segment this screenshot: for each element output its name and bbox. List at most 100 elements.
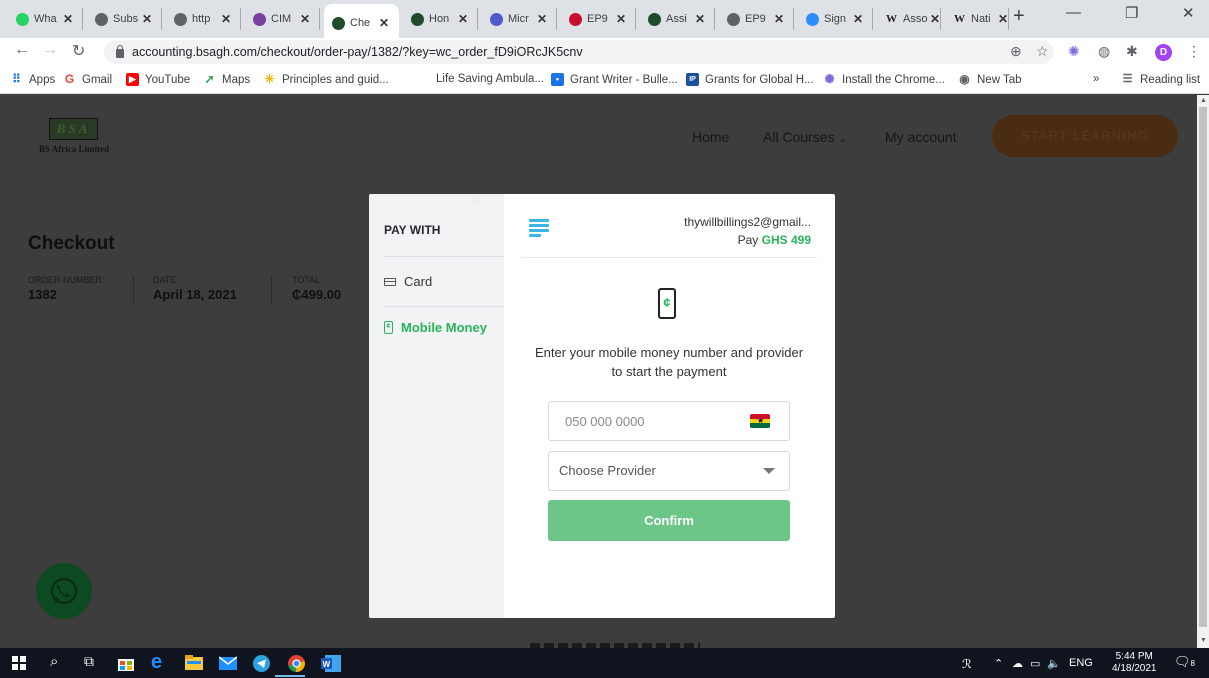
tab-close-icon[interactable]: ✕	[458, 12, 468, 26]
tab-close-icon[interactable]: ✕	[853, 12, 863, 26]
browser-tab[interactable]: Che ✕	[324, 4, 399, 38]
reload-button[interactable]: ↻	[72, 41, 85, 61]
page-scrollbar[interactable]: ▲ ▼	[1197, 95, 1209, 648]
payment-option-card[interactable]: Card	[384, 274, 432, 289]
browser-tab[interactable]: Subs ✕	[87, 8, 162, 30]
bookmark-life-saving[interactable]: Life Saving Ambula...	[436, 73, 544, 85]
scroll-up-icon[interactable]: ▲	[1200, 97, 1207, 104]
bookmark-new-tab[interactable]: ◉ New Tab	[958, 73, 1021, 86]
tab-close-icon[interactable]: ✕	[221, 12, 231, 26]
battery-icon[interactable]: ▭	[1030, 657, 1040, 670]
bookmarks-overflow-button[interactable]: »	[1093, 73, 1099, 85]
show-hidden-icons[interactable]: ⌃	[994, 657, 1003, 670]
telegram-icon[interactable]	[253, 655, 270, 675]
tab-title: Wha	[34, 13, 57, 25]
file-explorer-icon[interactable]	[185, 655, 203, 673]
notifications-icon[interactable]: 🗨8	[1174, 654, 1195, 670]
mail-icon[interactable]	[218, 655, 238, 673]
task-view-icon[interactable]: ⧉	[84, 653, 94, 670]
bookmark-install-chrome[interactable]: ✺ Install the Chrome...	[823, 72, 944, 86]
browser-tab[interactable]: Wha ✕	[8, 8, 83, 30]
bookmark-apps[interactable]: ⠿ Apps	[10, 73, 55, 86]
windows-start-icon[interactable]	[12, 656, 26, 673]
search-icon[interactable]: ⌕	[50, 653, 58, 670]
payment-option-mobile-money[interactable]: ¢ Mobile Money	[384, 320, 487, 335]
minimize-button[interactable]: —	[1066, 4, 1081, 21]
divider	[383, 256, 504, 257]
bsa-icon	[332, 16, 345, 30]
reading-list-icon: ☰	[1122, 73, 1133, 85]
edge-icon[interactable]: e	[151, 651, 162, 674]
tab-close-icon[interactable]: ✕	[63, 12, 73, 26]
zoom-icon[interactable]: ⊕	[1010, 43, 1022, 60]
store-icon[interactable]	[117, 655, 135, 674]
phone-number-field[interactable]: ★	[548, 401, 790, 441]
whatsapp-chat-button[interactable]	[36, 563, 92, 619]
extension-icon[interactable]: ◍	[1098, 43, 1110, 60]
extension-icon[interactable]: ✺	[1068, 43, 1080, 60]
new-tab-button[interactable]: +	[1013, 5, 1025, 28]
youtube-icon: ▶	[126, 73, 139, 86]
bookmark-youtube[interactable]: ▶ YouTube	[126, 73, 190, 86]
browser-tab[interactable]: CIM ✕	[245, 8, 320, 30]
reading-list-button[interactable]: ☰ Reading list	[1121, 73, 1201, 86]
browser-tab[interactable]: Hon ✕	[403, 8, 478, 30]
browser-tab[interactable]: EP9 ✕	[719, 8, 794, 30]
tab-close-icon[interactable]: ✕	[379, 16, 389, 30]
tab-close-icon[interactable]: ✕	[142, 12, 152, 26]
puzzle-icon[interactable]: ✱	[1126, 43, 1138, 60]
bookmark-maps[interactable]: ➚ Maps	[203, 73, 250, 86]
phone-number-input[interactable]	[549, 402, 749, 440]
order-total: TOTAL: ₵499.00	[292, 275, 342, 302]
bookmark-grants-global[interactable]: IP Grants for Global H...	[686, 73, 814, 86]
tab-close-icon[interactable]: ✕	[537, 12, 547, 26]
provider-select[interactable]: Choose Provider	[548, 451, 790, 491]
people-icon[interactable]: ℛ	[962, 657, 972, 671]
back-button[interactable]: ←	[14, 41, 30, 59]
browser-tab[interactable]: Sign ✕	[798, 8, 873, 30]
profile-avatar[interactable]: D	[1155, 44, 1172, 61]
site-logo[interactable]: BSA BS Africa Limited	[28, 118, 120, 158]
nav-my-account[interactable]: My account	[885, 129, 957, 145]
network-icon[interactable]: ☁	[1012, 657, 1023, 670]
tab-close-icon[interactable]: ✕	[774, 12, 784, 26]
address-bar[interactable]: accounting.bsagh.com/checkout/order-pay/…	[104, 40, 1054, 64]
bookmark-gmail[interactable]: G Gmail	[63, 73, 112, 86]
tab-close-icon[interactable]: ✕	[300, 12, 310, 26]
word-icon[interactable]: W	[321, 655, 341, 675]
tab-close-icon[interactable]: ✕	[930, 12, 940, 26]
browser-tab[interactable]: Micr ✕	[482, 8, 557, 30]
forward-button[interactable]: →	[42, 41, 58, 59]
language-indicator[interactable]: ENG	[1069, 657, 1093, 669]
browser-tab[interactable]: Assi ✕	[640, 8, 715, 30]
close-window-button[interactable]: ✕	[1182, 4, 1195, 22]
nav-home[interactable]: Home	[692, 129, 729, 145]
mobile-money-phone-icon: ¢	[658, 288, 676, 319]
restore-button[interactable]: ❐	[1125, 4, 1138, 22]
zoom-icon	[806, 12, 819, 26]
extension-icon: ✺	[824, 72, 835, 86]
bookmark-principles[interactable]: ✳ Principles and guid...	[263, 73, 388, 86]
menu-kebab-icon[interactable]: ⋮	[1187, 43, 1201, 60]
whatsapp-icon	[50, 577, 78, 605]
tab-close-icon[interactable]: ✕	[998, 12, 1008, 26]
bookmark-grant-writer[interactable]: ▪ Grant Writer - Bulle...	[551, 73, 678, 86]
nav-all-courses[interactable]: All Courses ⌄	[763, 129, 847, 145]
globe-icon	[174, 12, 187, 26]
browser-tab[interactable]: EP9 ✕	[561, 8, 636, 30]
close-modal-button[interactable]: ✕	[471, 192, 483, 209]
chrome-icon[interactable]	[288, 655, 305, 675]
tab-close-icon[interactable]: ✕	[695, 12, 705, 26]
clock[interactable]: 5:44 PM 4/18/2021	[1112, 651, 1157, 675]
bookmark-star-icon[interactable]: ☆	[1036, 43, 1049, 60]
browser-tab[interactable]: W Asso ✕	[877, 8, 941, 30]
tab-close-icon[interactable]: ✕	[616, 12, 626, 26]
confirm-button[interactable]: Confirm	[548, 500, 790, 541]
browser-tab[interactable]: W Nati ✕	[945, 8, 1009, 30]
browser-tab[interactable]: http ✕	[166, 8, 241, 30]
scroll-down-icon[interactable]: ▼	[1200, 637, 1207, 644]
volume-icon[interactable]: 🔈	[1047, 657, 1061, 670]
scrollbar-thumb[interactable]	[1199, 107, 1207, 627]
start-learning-button[interactable]: START LEARNING	[992, 115, 1178, 157]
tab-title: Sign	[824, 13, 847, 25]
